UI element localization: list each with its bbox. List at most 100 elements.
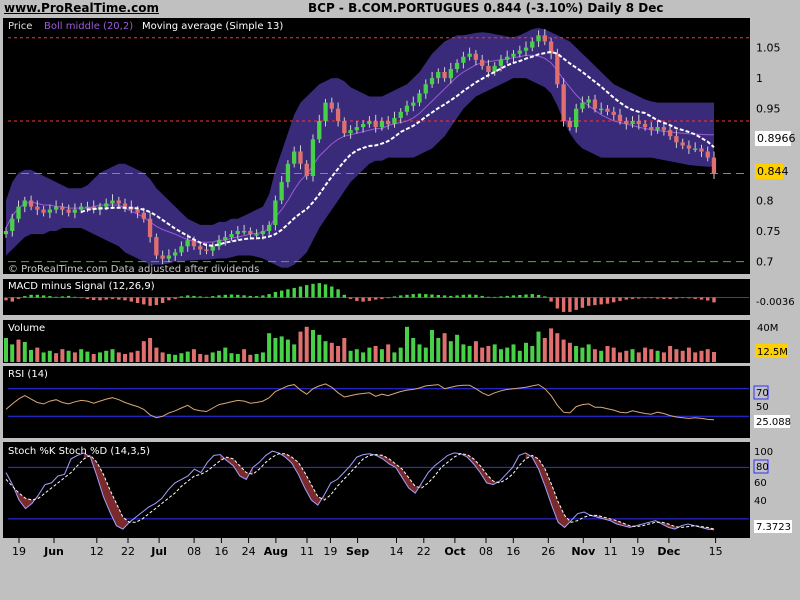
macd-bar (555, 297, 560, 309)
volume-bar (116, 352, 121, 362)
volume-bar (16, 339, 21, 362)
macd-bar (518, 295, 522, 298)
candle (304, 163, 309, 176)
volume-bar (517, 350, 522, 362)
price-tick-label: 1 (756, 72, 763, 85)
volume-bar (624, 350, 629, 362)
volume-bar (705, 349, 710, 362)
header-bar: www.ProRealTime.com BCP - B.COM.PORTUGUE… (0, 0, 800, 17)
candle (279, 182, 284, 201)
x-tick-label: 19 (323, 545, 337, 558)
candle (354, 127, 359, 131)
volume-bar (680, 350, 685, 362)
volume-bar (329, 342, 334, 362)
volume-bar (599, 350, 604, 362)
macd-bar (511, 295, 516, 298)
macd-bar (681, 297, 685, 299)
macd-bar (605, 297, 610, 304)
macd-bar (317, 283, 321, 298)
rsi-panel-bg (3, 366, 750, 438)
volume-bar (430, 330, 434, 362)
macd-bar (486, 296, 491, 298)
candle (711, 157, 717, 174)
candle (204, 249, 209, 251)
volume-bar (342, 338, 347, 362)
macd-bar (587, 297, 591, 306)
candle (273, 200, 278, 225)
volume-tick-40m: 40M (757, 323, 778, 334)
candle (210, 246, 215, 251)
candle (605, 108, 610, 112)
price-tick-label: 0.7 (756, 256, 774, 269)
candle (642, 124, 648, 128)
candle (335, 108, 341, 121)
price-tick-label: 1.05 (756, 42, 781, 55)
volume-bar (674, 349, 679, 362)
macd-bar (687, 297, 691, 299)
candle (285, 163, 291, 183)
volume-bar (110, 349, 115, 362)
macd-bar (167, 297, 171, 301)
candle (135, 209, 140, 213)
x-tick-label: 11 (604, 545, 618, 558)
volume-bar (530, 346, 535, 362)
volume-bar (179, 353, 184, 362)
candle (480, 59, 485, 66)
volume-bar (574, 346, 579, 362)
candle (674, 136, 679, 143)
x-tick-label: 22 (417, 545, 431, 558)
macd-bar (242, 295, 246, 298)
macd-bar (254, 296, 259, 298)
candle (586, 99, 591, 103)
macd-bar (480, 295, 484, 298)
volume-bar (235, 354, 240, 362)
candle (404, 105, 410, 112)
volume-bar (618, 352, 622, 362)
volume-bar (47, 350, 52, 362)
candle (104, 203, 109, 207)
volume-last-value: 12.5M (757, 347, 788, 358)
candle (235, 231, 240, 235)
candle (361, 124, 366, 128)
candle (367, 121, 372, 125)
volume-bar (336, 346, 341, 362)
volume-bar (54, 353, 59, 362)
macd-bar (568, 297, 572, 312)
macd-bar (85, 297, 90, 300)
candle (636, 121, 641, 125)
volume-bar (561, 339, 566, 362)
macd-bar (530, 294, 534, 298)
candle (160, 255, 165, 259)
macd-bar (342, 294, 346, 298)
candle (699, 148, 704, 152)
volume-bar (323, 341, 328, 362)
macd-bar (655, 297, 660, 299)
volume-bar (473, 341, 478, 362)
macd-bar (693, 297, 697, 299)
candle (179, 246, 184, 253)
candle (511, 53, 516, 57)
volume-bar (22, 342, 27, 362)
volume-bar (630, 349, 635, 362)
volume-bar (480, 347, 485, 362)
volume-bar (423, 347, 428, 362)
macd-bar (624, 297, 628, 300)
macd-bar (649, 297, 653, 299)
macd-bar (405, 294, 409, 298)
candle (536, 35, 541, 42)
volume-bar (66, 350, 71, 362)
candle (342, 121, 347, 134)
macd-bar (449, 295, 453, 298)
candle (85, 206, 90, 209)
macd-bar (117, 297, 121, 300)
macd-bar (229, 294, 234, 298)
volume-bar (98, 352, 102, 362)
legend-boll-middle: Boll middle (20,2) (44, 21, 133, 32)
volume-bar (542, 338, 547, 362)
volume-bar (173, 354, 178, 362)
site-link[interactable]: www.ProRealTime.com (4, 1, 159, 15)
stoch-tick-80: 80 (756, 462, 769, 473)
candle (599, 108, 604, 111)
candle (705, 151, 710, 158)
macd-bar (461, 294, 466, 298)
